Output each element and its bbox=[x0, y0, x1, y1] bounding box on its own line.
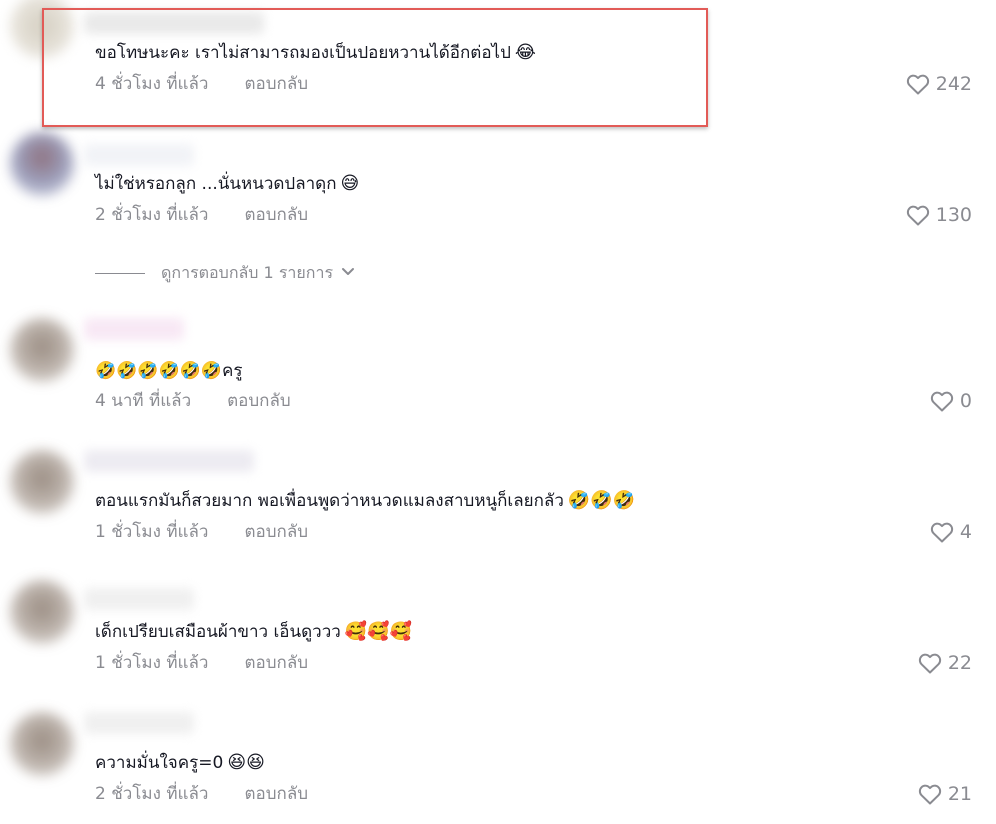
comment-time: 2 ชั่วโมง ที่แล้ว bbox=[95, 205, 209, 225]
emoji: 😂 bbox=[514, 42, 536, 63]
like-button[interactable]: 0 bbox=[930, 389, 972, 413]
chevron-down-icon bbox=[341, 265, 355, 281]
heart-outline-icon bbox=[906, 205, 929, 226]
comment-text: เด็กเปรียบเสมือนผ้าขาว เอ็นดูววว 🥰🥰🥰 bbox=[95, 621, 413, 642]
username-blurred[interactable] bbox=[84, 144, 194, 166]
heart-outline-icon bbox=[906, 74, 929, 95]
reply-button[interactable]: ตอบกลับ bbox=[227, 391, 291, 411]
highlight-box bbox=[42, 8, 708, 127]
emoji: 😅 bbox=[340, 173, 360, 194]
comment-meta: 4 ชั่วโมง ที่แล้ว ตอบกลับ bbox=[95, 73, 308, 95]
comment-time: 2 ชั่วโมง ที่แล้ว bbox=[95, 784, 209, 804]
avatar[interactable] bbox=[10, 580, 74, 644]
like-button[interactable]: 242 bbox=[906, 72, 972, 96]
like-count: 21 bbox=[947, 783, 972, 805]
like-count: 130 bbox=[935, 204, 972, 226]
reply-button[interactable]: ตอบกลับ bbox=[244, 522, 308, 542]
comment-text: ตอนแรกมันก็สวยมาก พอเพื่อนพูดว่าหนวดแมลง… bbox=[95, 490, 636, 511]
heart-outline-icon bbox=[930, 522, 954, 543]
avatar[interactable] bbox=[10, 132, 74, 196]
like-button[interactable]: 130 bbox=[906, 203, 972, 227]
emoji: 🤣🤣🤣 bbox=[567, 490, 636, 511]
like-count: 0 bbox=[959, 390, 972, 412]
comment-time: 4 นาที ที่แล้ว bbox=[95, 391, 192, 411]
heart-outline-icon bbox=[918, 653, 941, 674]
like-count: 22 bbox=[947, 652, 972, 674]
emoji: 😆😆 bbox=[227, 752, 265, 773]
comment-time: 1 ชั่วโมง ที่แล้ว bbox=[95, 653, 209, 673]
username-blurred[interactable] bbox=[84, 712, 194, 734]
heart-outline-icon bbox=[918, 784, 941, 805]
like-button[interactable]: 21 bbox=[918, 782, 972, 806]
username-blurred[interactable] bbox=[84, 318, 184, 340]
comment-time: 4 ชั่วโมง ที่แล้ว bbox=[95, 74, 209, 94]
view-replies-button[interactable]: ดูการตอบกลับ 1 รายการ bbox=[95, 261, 355, 285]
reply-button[interactable]: ตอบกลับ bbox=[244, 74, 308, 94]
avatar[interactable] bbox=[10, 712, 74, 776]
avatar[interactable] bbox=[10, 450, 74, 514]
like-count: 4 bbox=[959, 521, 972, 543]
comment-meta: 2 ชั่วโมง ที่แล้ว ตอบกลับ bbox=[95, 204, 308, 226]
comment-text: ขอโทษนะคะ เราไม่สามารถมองเป็นปอยหวานได้อ… bbox=[95, 42, 536, 63]
avatar[interactable] bbox=[10, 318, 74, 382]
reply-button[interactable]: ตอบกลับ bbox=[244, 205, 308, 225]
reply-button[interactable]: ตอบกลับ bbox=[244, 784, 308, 804]
username-blurred[interactable] bbox=[84, 450, 254, 472]
like-button[interactable]: 4 bbox=[930, 520, 972, 544]
like-count: 242 bbox=[935, 73, 972, 95]
view-replies-label: ดูการตอบกลับ 1 รายการ bbox=[161, 262, 334, 282]
like-button[interactable]: 22 bbox=[918, 651, 972, 675]
divider-line bbox=[95, 272, 145, 274]
comment-meta: 2 ชั่วโมง ที่แล้ว ตอบกลับ bbox=[95, 783, 308, 805]
comment-meta: 4 นาที ที่แล้ว ตอบกลับ bbox=[95, 390, 291, 412]
comment-meta: 1 ชั่วโมง ที่แล้ว ตอบกลับ bbox=[95, 521, 308, 543]
reply-button[interactable]: ตอบกลับ bbox=[244, 653, 308, 673]
heart-outline-icon bbox=[930, 391, 954, 412]
emoji: 🥰🥰🥰 bbox=[344, 621, 413, 642]
comment-time: 1 ชั่วโมง ที่แล้ว bbox=[95, 522, 209, 542]
username-blurred[interactable] bbox=[84, 588, 194, 610]
comment-meta: 1 ชั่วโมง ที่แล้ว ตอบกลับ bbox=[95, 652, 308, 674]
comment-text: ไม่ใช่หรอกลูก ...นั่นหนวดปลาดุก 😅 bbox=[95, 173, 360, 194]
comment-text: 🤣🤣🤣🤣🤣🤣ครู bbox=[95, 361, 243, 381]
comment-text: ความมั่นใจครู=0 😆😆 bbox=[95, 752, 265, 773]
